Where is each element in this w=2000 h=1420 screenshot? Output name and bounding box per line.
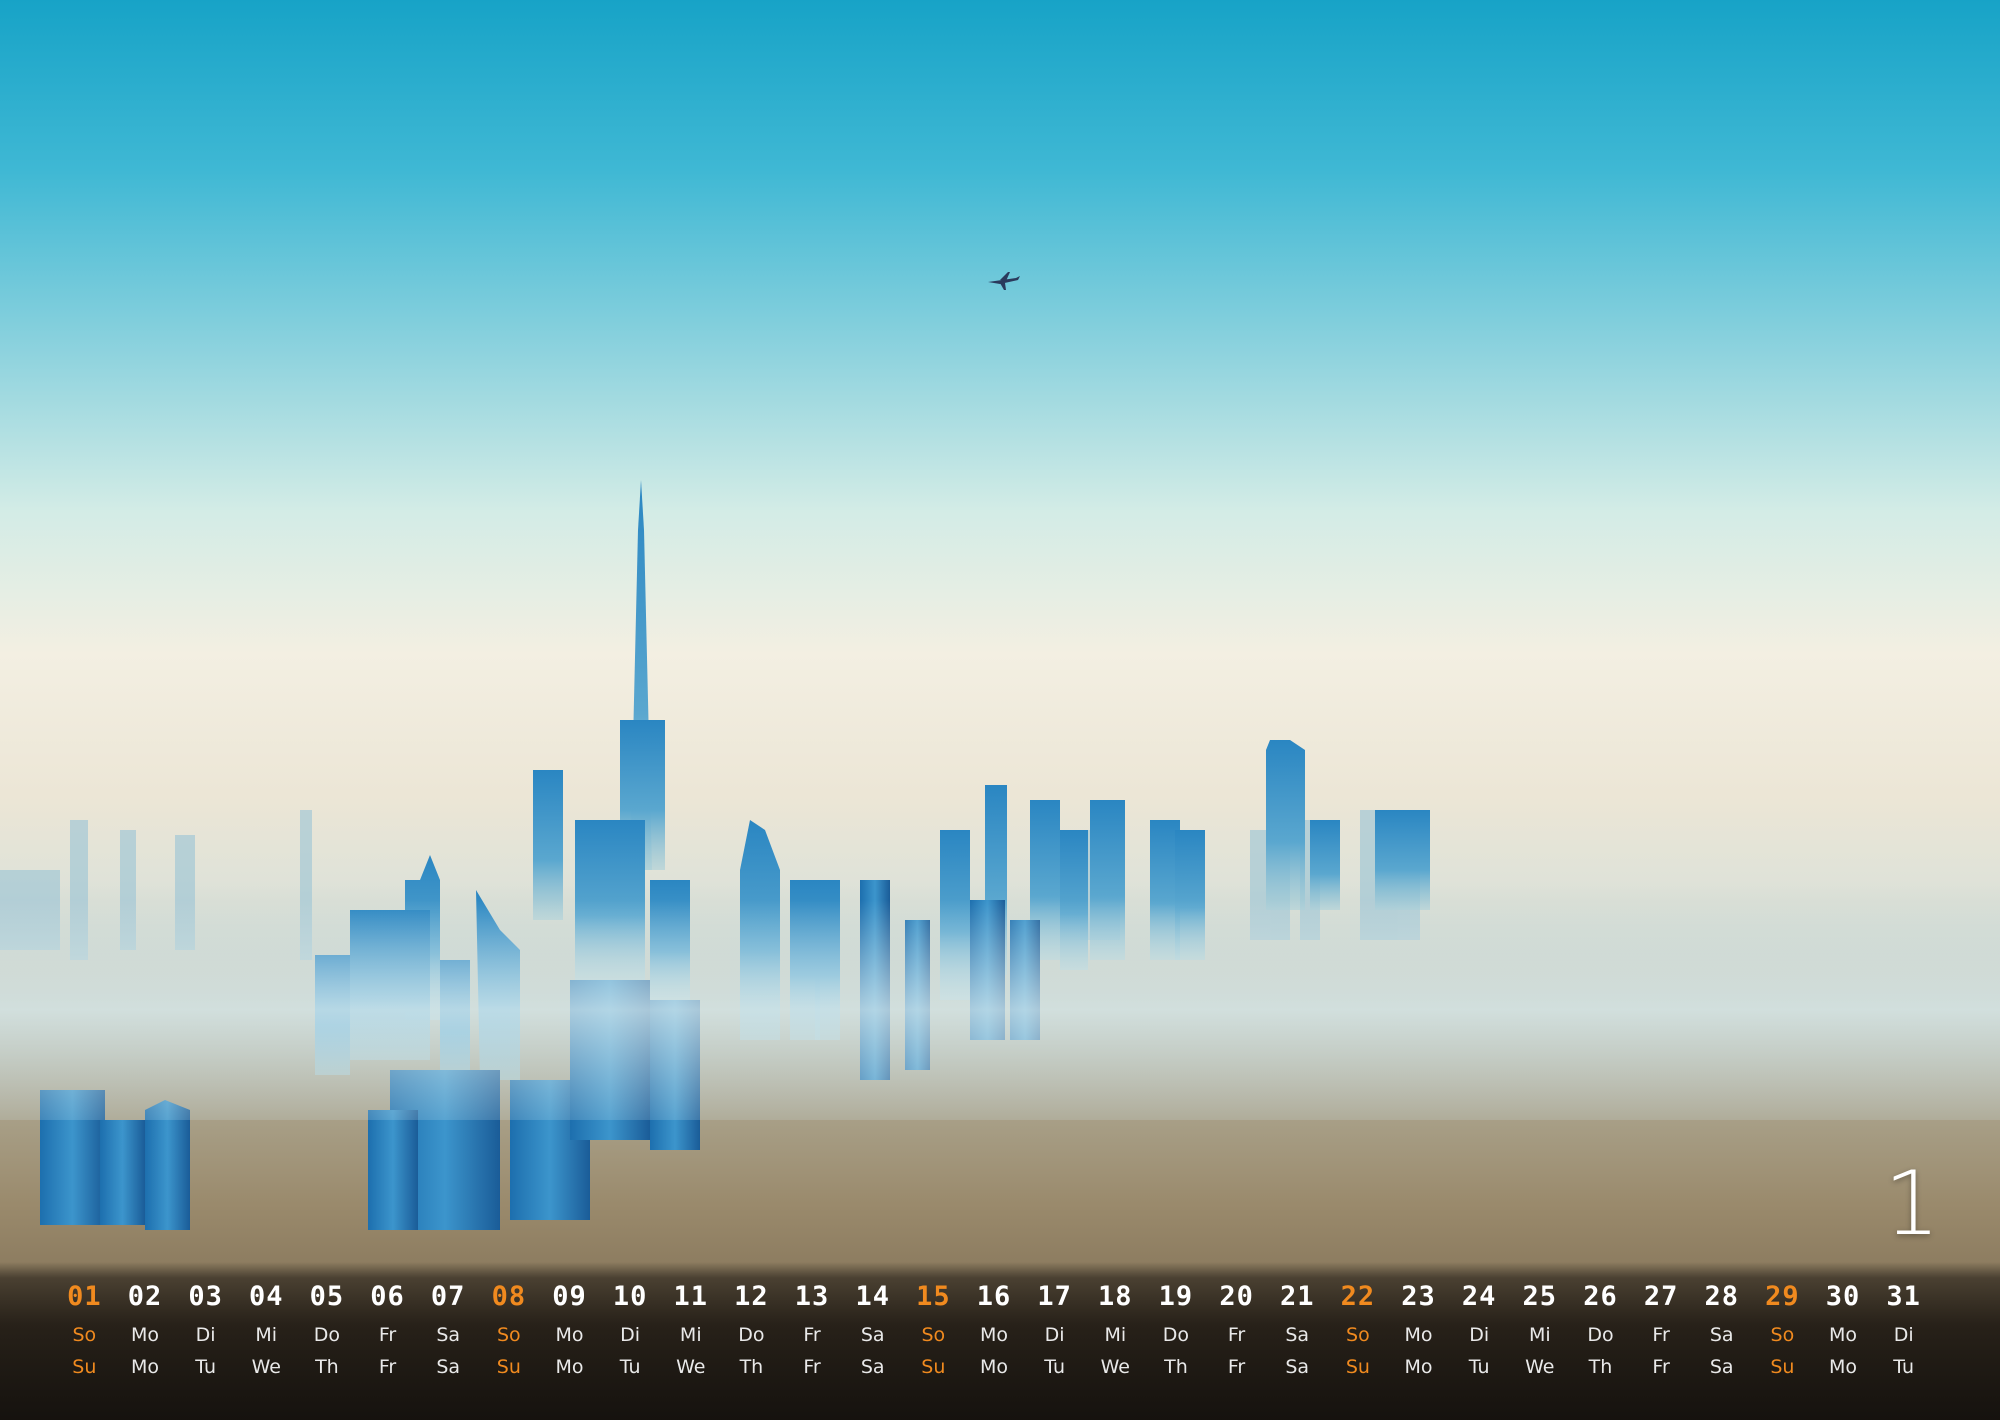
weekday-de: Mo (979, 1324, 1008, 1346)
day-number: 20 (1219, 1281, 1254, 1312)
weekday-de: Di (1044, 1324, 1065, 1346)
weekday-en: We (1100, 1356, 1130, 1378)
weekday-de: Sa (436, 1324, 461, 1346)
weekday-de: Sa (1285, 1324, 1310, 1346)
weekday-de: Mo (555, 1324, 584, 1346)
weekday-en: Tu (1893, 1356, 1915, 1378)
day-number: 13 (794, 1281, 830, 1312)
day-number: 01 (67, 1281, 102, 1312)
weekday-de: So (1346, 1324, 1370, 1346)
weekday-de: Mi (1528, 1324, 1551, 1346)
day-number: 17 (1037, 1281, 1072, 1312)
weekday-de: Mi (679, 1324, 702, 1346)
day-number: 11 (673, 1281, 709, 1312)
day-number: 27 (1643, 1281, 1679, 1312)
day-number: 22 (1340, 1281, 1376, 1312)
day-number: 23 (1401, 1281, 1436, 1312)
weekday-de: Fr (378, 1324, 397, 1346)
day-number: 10 (612, 1281, 648, 1312)
weekday-de: Do (738, 1324, 765, 1346)
weekday-en: Th (315, 1356, 339, 1378)
weekday-en: We (251, 1356, 281, 1378)
weekday-en: Sa (1285, 1356, 1310, 1378)
weekday-en: Fr (1227, 1356, 1246, 1378)
weekday-de: Fr (803, 1324, 821, 1346)
day-number: 16 (976, 1281, 1012, 1312)
weekday-en: Tu (195, 1356, 216, 1378)
weekday-en: Su (72, 1356, 97, 1378)
weekday-en: Mo (130, 1356, 159, 1378)
day-number: 12 (734, 1281, 769, 1312)
weekday-en: Su (1770, 1356, 1795, 1378)
weekday-de: Fr (1227, 1324, 1246, 1346)
weekday-en: Th (1164, 1356, 1188, 1378)
day-number: 07 (430, 1281, 466, 1312)
weekday-de: Di (1469, 1324, 1490, 1346)
month-number: 1 (1884, 1152, 1940, 1255)
day-number: 05 (309, 1281, 345, 1312)
day-number: 18 (1098, 1281, 1133, 1312)
weekday-en: We (1525, 1356, 1555, 1378)
day-number: 26 (1583, 1281, 1618, 1312)
day-number: 08 (491, 1281, 527, 1312)
weekday-de: Mo (130, 1324, 159, 1346)
day-number: 21 (1279, 1281, 1315, 1312)
weekday-de: Di (195, 1324, 216, 1346)
day-number: 15 (916, 1281, 951, 1312)
weekday-de: Mi (1104, 1324, 1127, 1346)
weekday-en: Fr (378, 1356, 397, 1378)
weekday-en: Mo (1829, 1356, 1858, 1378)
day-number: 19 (1158, 1281, 1194, 1312)
weekday-de: So (496, 1324, 521, 1346)
weekday-de: Do (1162, 1324, 1190, 1346)
weekday-en: Mo (555, 1356, 584, 1378)
weekday-de: Do (313, 1324, 341, 1346)
day-number: 30 (1825, 1281, 1861, 1312)
weekday-en: Fr (1652, 1356, 1670, 1378)
weekday-de: Do (1587, 1324, 1614, 1346)
calendar-page: 1 01 02 03 04 05 06 07 08 09 10 11 12 13 14 15 16 17 18 19… (0, 0, 2000, 1420)
weekday-de: Sa (860, 1324, 885, 1346)
weekday-en: Sa (1709, 1356, 1734, 1378)
weekday-de: Mi (255, 1324, 278, 1346)
day-number: 24 (1461, 1281, 1497, 1312)
weekday-en: Su (1345, 1356, 1370, 1378)
weekday-en: Tu (619, 1356, 641, 1378)
weekday-en: Th (1588, 1356, 1613, 1378)
day-number: 02 (127, 1281, 163, 1312)
weekday-de: Sa (1709, 1324, 1734, 1346)
day-number: 14 (855, 1281, 890, 1312)
weekday-de: Mo (1829, 1324, 1858, 1346)
day-number: 06 (370, 1281, 405, 1312)
weekday-en: Tu (1044, 1356, 1066, 1378)
day-number: 29 (1765, 1281, 1800, 1312)
day-number: 09 (552, 1281, 587, 1312)
day-number: 25 (1522, 1281, 1558, 1312)
weekday-en: Sa (860, 1356, 885, 1378)
day-number: 31 (1886, 1281, 1921, 1312)
weekday-en: Fr (803, 1356, 821, 1378)
weekday-de: Fr (1652, 1324, 1670, 1346)
weekday-en: Mo (1404, 1356, 1433, 1378)
weekday-de: Di (620, 1324, 641, 1346)
weekday-de: So (72, 1324, 97, 1346)
city-skyline-photo (0, 0, 2000, 1420)
weekday-de: So (921, 1324, 946, 1346)
weekday-en: Su (921, 1356, 946, 1378)
weekday-de: Mo (1404, 1324, 1433, 1346)
day-number: 04 (248, 1281, 284, 1312)
day-number: 28 (1704, 1281, 1739, 1312)
weekday-de: Di (1893, 1324, 1914, 1346)
weekday-en: Su (496, 1356, 521, 1378)
calendar-grid: 01 02 03 04 05 06 07 08 09 10 11 12 13 14 15 16 17 18 19 20… (54, 1276, 1934, 1386)
day-number: 03 (188, 1281, 223, 1312)
weekday-en: Sa (436, 1356, 461, 1378)
weekday-de: So (1770, 1324, 1795, 1346)
weekday-en: Tu (1468, 1356, 1490, 1378)
weekday-en: We (676, 1356, 706, 1378)
weekday-en: Mo (979, 1356, 1008, 1378)
weekday-en: Th (739, 1356, 764, 1378)
